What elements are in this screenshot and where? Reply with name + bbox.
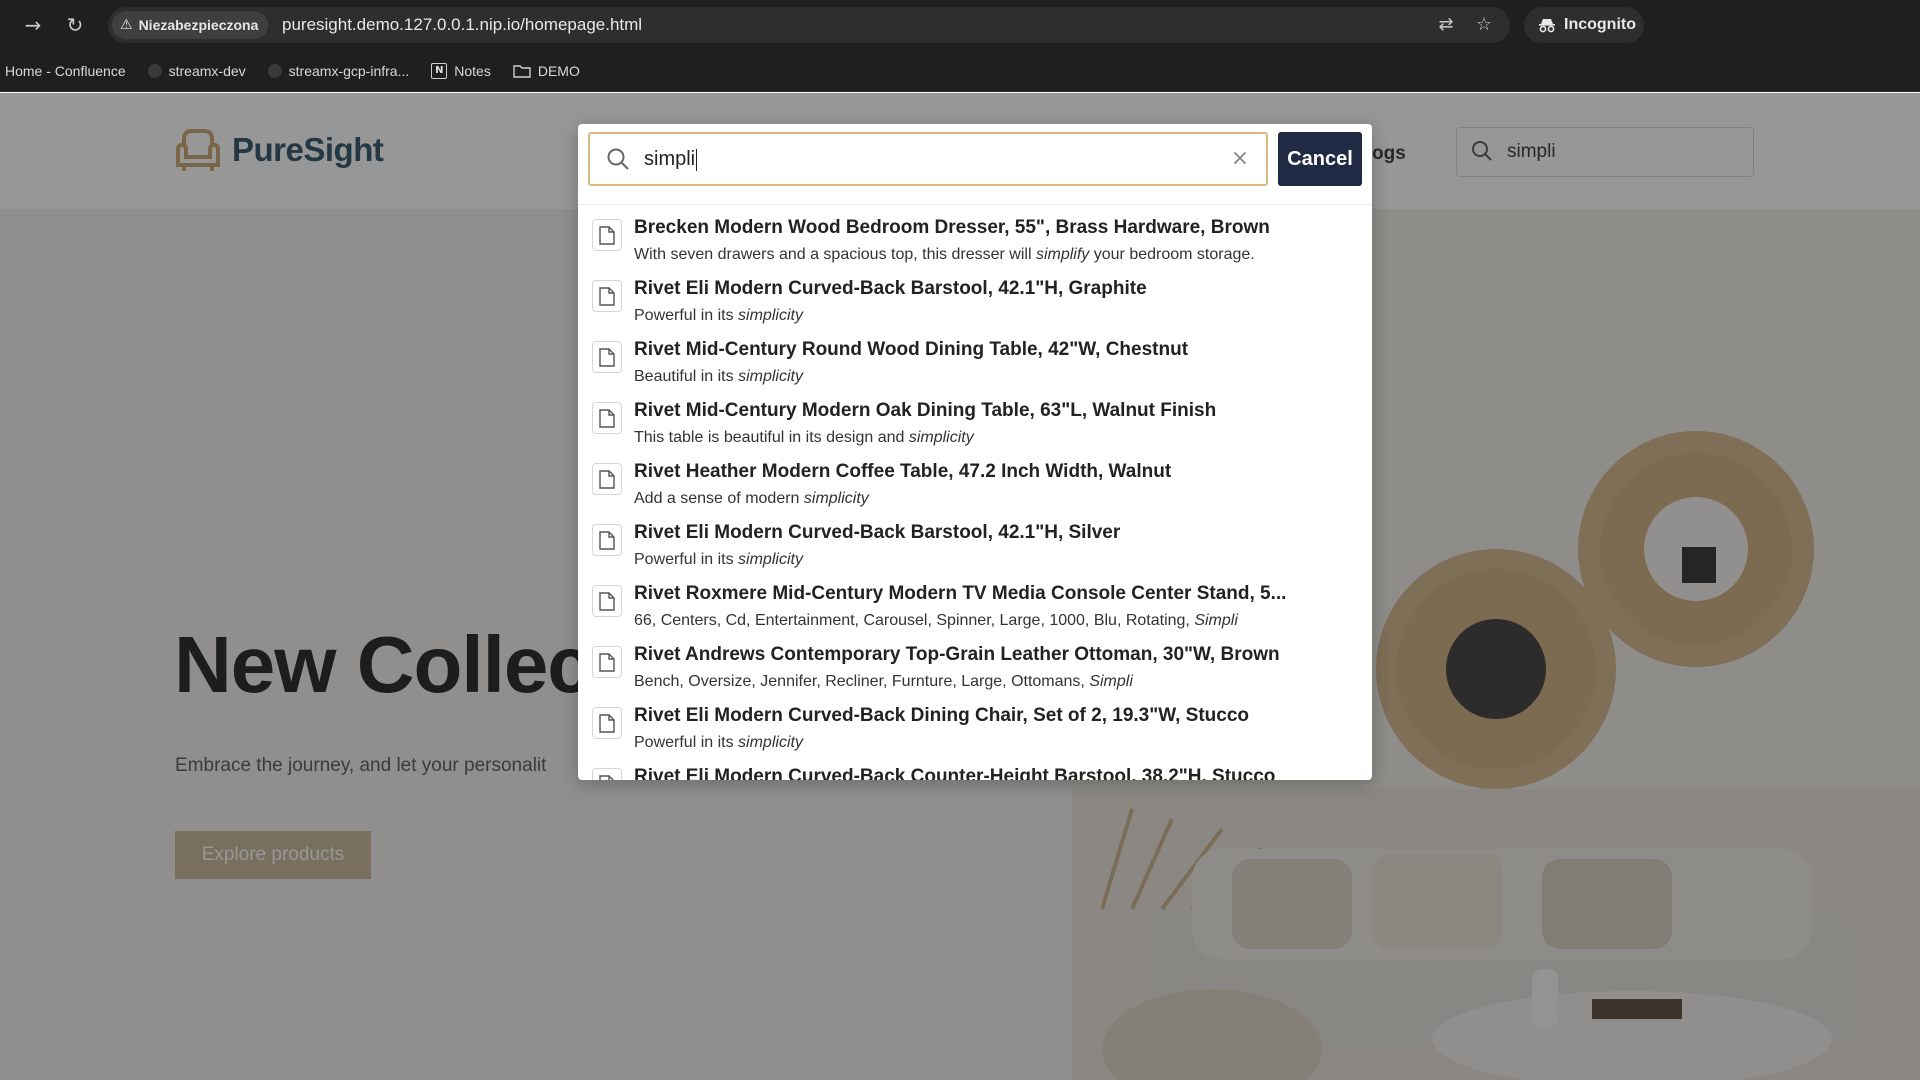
document-icon — [592, 768, 622, 780]
cancel-button[interactable]: Cancel — [1278, 132, 1362, 186]
result-title: Rivet Eli Modern Curved-Back Barstool, 4… — [634, 522, 1121, 543]
result-description: With seven drawers and a spacious top, t… — [634, 246, 1255, 264]
result-desc-match: simplicity — [738, 734, 803, 751]
result-description: Beautiful in its simplicity — [634, 368, 803, 386]
result-desc-text: Beautiful in its — [634, 368, 739, 385]
bookmark-label: streamx-dev — [168, 62, 246, 79]
search-input[interactable]: simpli × — [588, 132, 1268, 186]
result-desc-match: simplicity — [803, 490, 869, 507]
search-modal: simpli × Cancel Brecken Modern Wood Bedr… — [578, 124, 1372, 780]
reload-icon[interactable]: ↻ — [62, 12, 88, 38]
browser-toolbar: → ↻ ⚠ Niezabezpieczona puresight.demo.12… — [0, 0, 1920, 50]
result-description: Powerful in its simplicity — [634, 734, 803, 752]
document-icon — [592, 280, 622, 312]
document-icon — [592, 402, 622, 434]
result-desc-text: Add a sense of modern — [634, 490, 804, 507]
bookmark-label: streamx-gcp-infra... — [288, 62, 410, 79]
result-desc-text: 66, Centers, Cd, Entertainment, Carousel… — [634, 612, 1195, 629]
result-description: Add a sense of modern simplicity — [634, 490, 869, 508]
warning-icon: ⚠ — [120, 17, 133, 33]
result-description: Powerful in its simplicity — [634, 551, 803, 569]
result-desc-text: Powerful in its — [634, 551, 739, 568]
bookmarks-bar: Home - Confluence streamx-dev streamx-gc… — [0, 50, 1920, 92]
result-title: Rivet Roxmere Mid-Century Modern TV Medi… — [634, 583, 1287, 604]
bookmark-demo[interactable]: DEMO — [513, 63, 580, 79]
search-result-item[interactable]: Rivet Eli Modern Curved-Back Dining Chai… — [578, 701, 1372, 762]
search-query: simpli — [644, 148, 698, 171]
search-result-item[interactable]: Rivet Eli Modern Curved-Back Barstool, 4… — [578, 518, 1372, 579]
result-title: Rivet Eli Modern Curved-Back Barstool, 4… — [634, 278, 1147, 299]
clear-icon[interactable]: × — [1228, 147, 1252, 171]
result-title: Rivet Heather Modern Coffee Table, 47.2 … — [634, 461, 1172, 482]
result-description: Powerful in its simplicity — [634, 307, 803, 325]
address-bar[interactable]: ⚠ Niezabezpieczona puresight.demo.127.0.… — [108, 7, 1510, 43]
result-desc-match: simplify — [1035, 246, 1090, 263]
document-icon — [592, 219, 622, 251]
document-icon — [592, 585, 622, 617]
search-icon — [607, 148, 629, 170]
search-result-item[interactable]: Brecken Modern Wood Bedroom Dresser, 55"… — [578, 213, 1372, 274]
result-title: Brecken Modern Wood Bedroom Dresser, 55"… — [634, 217, 1270, 238]
search-result-item[interactable]: Rivet Andrews Contemporary Top-Grain Lea… — [578, 640, 1372, 701]
result-title: Rivet Eli Modern Curved-Back Dining Chai… — [634, 705, 1250, 726]
result-description: 66, Centers, Cd, Entertainment, Carousel… — [634, 612, 1238, 630]
bookmark-label: Notes — [454, 62, 491, 79]
result-title: Rivet Mid-Century Modern Oak Dining Tabl… — [634, 400, 1217, 421]
document-icon — [592, 646, 622, 678]
document-icon — [592, 463, 622, 495]
search-result-item[interactable]: Rivet Roxmere Mid-Century Modern TV Medi… — [578, 579, 1372, 640]
notion-icon: N — [431, 62, 448, 79]
document-icon — [592, 707, 622, 739]
forward-icon[interactable]: → — [20, 12, 46, 38]
bookmark-label: DEMO — [537, 62, 580, 79]
bookmark-star-icon[interactable]: ☆ — [1472, 13, 1496, 37]
github-icon — [267, 63, 282, 78]
translate-icon[interactable]: ⇄ — [1434, 13, 1458, 37]
result-desc-text: This table is beautiful in its design an… — [634, 429, 909, 446]
result-desc-match: simplicity — [908, 429, 974, 446]
result-desc-match: Simpli — [1194, 612, 1238, 629]
search-result-item[interactable]: Rivet Eli Modern Curved-Back Counter-Hei… — [578, 762, 1372, 780]
bookmark-notes[interactable]: N Notes — [431, 62, 491, 79]
incognito-chip[interactable]: Incognito — [1524, 7, 1644, 43]
result-desc-match: Simpli — [1089, 673, 1133, 690]
result-title: Rivet Eli Modern Curved-Back Counter-Hei… — [634, 766, 1276, 780]
incognito-icon — [1539, 19, 1555, 33]
result-desc-match: simplicity — [738, 368, 803, 385]
document-icon — [592, 341, 622, 373]
search-results-list: Brecken Modern Wood Bedroom Dresser, 55"… — [578, 204, 1372, 780]
result-desc-text: your bedroom storage. — [1089, 246, 1255, 263]
result-desc-text: Bench, Oversize, Jennifer, Recliner, Fur… — [634, 673, 1090, 690]
bookmark-label: Home - Confluence — [5, 62, 126, 79]
incognito-label: Incognito — [1564, 16, 1636, 33]
result-title: Rivet Mid-Century Round Wood Dining Tabl… — [634, 339, 1189, 360]
result-description: Bench, Oversize, Jennifer, Recliner, Fur… — [634, 673, 1133, 691]
security-label: Niezabezpieczona — [138, 17, 259, 33]
result-description: This table is beautiful in its design an… — [634, 429, 974, 447]
search-result-item[interactable]: Rivet Eli Modern Curved-Back Barstool, 4… — [578, 274, 1372, 335]
result-desc-text: With seven drawers and a spacious top, t… — [634, 246, 1036, 263]
bookmark-streamx-gcp-infra[interactable]: streamx-gcp-infra... — [267, 62, 410, 79]
bookmark-streamx-dev[interactable]: streamx-dev — [147, 62, 246, 79]
result-title: Rivet Andrews Contemporary Top-Grain Lea… — [634, 644, 1280, 665]
folder-icon — [513, 64, 531, 78]
document-icon — [592, 524, 622, 556]
search-result-item[interactable]: Rivet Heather Modern Coffee Table, 47.2 … — [578, 457, 1372, 518]
result-desc-text: Powerful in its — [634, 307, 739, 324]
result-desc-text: Powerful in its — [634, 734, 739, 751]
security-chip[interactable]: ⚠ Niezabezpieczona — [112, 11, 269, 39]
bookmark-home-confluence[interactable]: Home - Confluence — [5, 63, 126, 79]
github-icon — [147, 63, 162, 78]
search-result-item[interactable]: Rivet Mid-Century Modern Oak Dining Tabl… — [578, 396, 1372, 457]
result-desc-match: simplicity — [738, 551, 803, 568]
url-text[interactable]: puresight.demo.127.0.0.1.nip.io/homepage… — [282, 7, 642, 43]
search-result-item[interactable]: Rivet Mid-Century Round Wood Dining Tabl… — [578, 335, 1372, 396]
result-desc-match: simplicity — [738, 307, 803, 324]
